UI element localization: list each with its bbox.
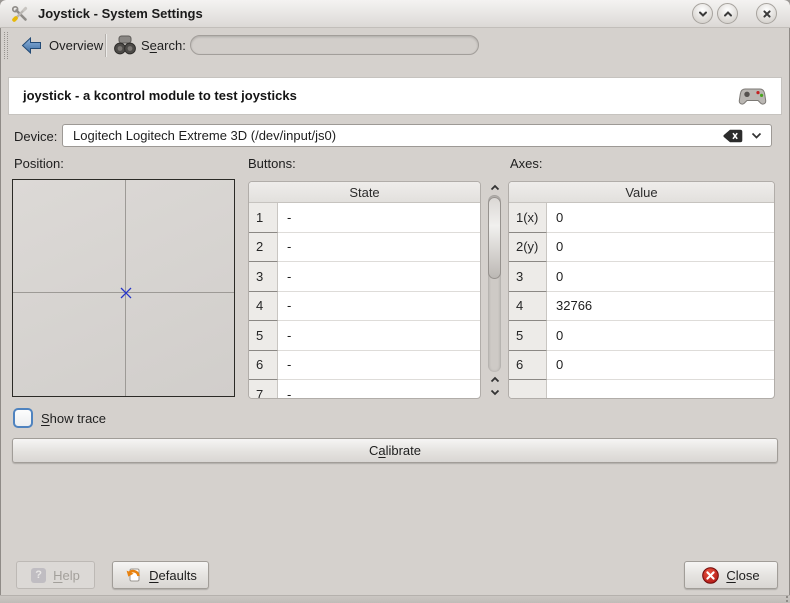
search-label: Search: (141, 38, 186, 53)
defaults-button[interactable]: Defaults (112, 561, 209, 589)
window-title: Joystick - System Settings (38, 6, 203, 21)
maximize-button[interactable] (717, 3, 738, 24)
crossed-tools-icon (11, 5, 29, 23)
undo-arrow-icon (124, 567, 142, 583)
position-marker-icon (120, 287, 132, 299)
combobox-chevron-down-icon[interactable] (751, 132, 762, 139)
table-row: 60 (509, 351, 774, 381)
axes-table-header: Value (509, 182, 774, 203)
window-bottom-border (0, 595, 790, 603)
help-question-icon: ? (31, 568, 46, 583)
close-x-icon (761, 8, 773, 20)
buttons-scrollbar (486, 181, 503, 399)
axes-table: Value 1(x)0 2(y)0 30 432766 50 60 (508, 181, 775, 399)
calibrate-button[interactable]: Calibrate (12, 438, 778, 463)
table-row: 2- (249, 233, 480, 263)
calibrate-label: Calibrate (369, 443, 421, 458)
scrollbar-track[interactable] (488, 195, 501, 372)
device-combobox[interactable]: Logitech Logitech Extreme 3D (/dev/input… (62, 124, 772, 147)
table-row: 1(x)0 (509, 203, 774, 233)
table-row: 432766 (509, 292, 774, 322)
joystick-system-settings-window: Joystick - System Settings Overview (0, 0, 790, 603)
toolbar-separator (105, 34, 106, 57)
gamepad-icon (738, 85, 767, 107)
table-row: 1- (249, 203, 480, 233)
chevron-up-icon (490, 184, 500, 191)
binoculars-search-icon (113, 33, 137, 57)
table-row: 2(y)0 (509, 233, 774, 263)
show-trace-label: Show trace (41, 411, 106, 426)
scroll-down-button[interactable] (486, 386, 503, 399)
back-arrow-icon (21, 37, 42, 54)
resize-grip[interactable] (780, 596, 788, 602)
position-pad (12, 179, 235, 397)
position-section-label: Position: (14, 156, 64, 171)
shade-button[interactable] (692, 3, 713, 24)
table-row: 6- (249, 351, 480, 381)
overview-label: Overview (49, 38, 103, 53)
table-row (509, 380, 774, 399)
device-label: Device: (14, 129, 57, 144)
help-label: Help (53, 568, 80, 583)
overview-button[interactable]: Overview (15, 31, 109, 59)
search-input[interactable] (190, 35, 479, 55)
show-trace-checkbox[interactable] (13, 408, 33, 428)
table-row: 30 (509, 262, 774, 292)
clear-text-icon[interactable] (723, 129, 743, 143)
table-row: 3- (249, 262, 480, 292)
buttons-section-label: Buttons: (248, 156, 296, 171)
table-row: 5- (249, 321, 480, 351)
close-label: Close (726, 568, 759, 583)
table-row: 50 (509, 321, 774, 351)
chevron-down-icon (697, 8, 709, 20)
window-close-button[interactable] (756, 3, 777, 24)
titlebar: Joystick - System Settings (0, 0, 790, 28)
scroll-up-button[interactable] (486, 181, 503, 194)
toolbar-drag-handle[interactable] (4, 32, 8, 59)
defaults-label: Defaults (149, 568, 197, 583)
buttons-table-header: State (249, 182, 480, 203)
scrollbar-thumb[interactable] (488, 197, 501, 279)
table-row: 4- (249, 292, 480, 322)
chevron-up-icon (722, 8, 734, 20)
device-combobox-value: Logitech Logitech Extreme 3D (/dev/input… (63, 128, 723, 143)
axes-section-label: Axes: (510, 156, 543, 171)
module-title: joystick - a kcontrol module to test joy… (23, 88, 297, 103)
chevron-up-icon (490, 376, 500, 383)
help-button: ? Help (16, 561, 95, 589)
chevron-down-icon (490, 389, 500, 396)
buttons-table: State 1- 2- 3- 4- 5- 6- 7- (248, 181, 481, 399)
scroll-up-button-bottom[interactable] (486, 373, 503, 386)
toolbar: Overview Search: (0, 29, 790, 62)
close-red-circle-icon (702, 567, 719, 584)
module-header: joystick - a kcontrol module to test joy… (8, 77, 782, 115)
close-button[interactable]: Close (684, 561, 778, 589)
table-row: 7- (249, 380, 480, 399)
